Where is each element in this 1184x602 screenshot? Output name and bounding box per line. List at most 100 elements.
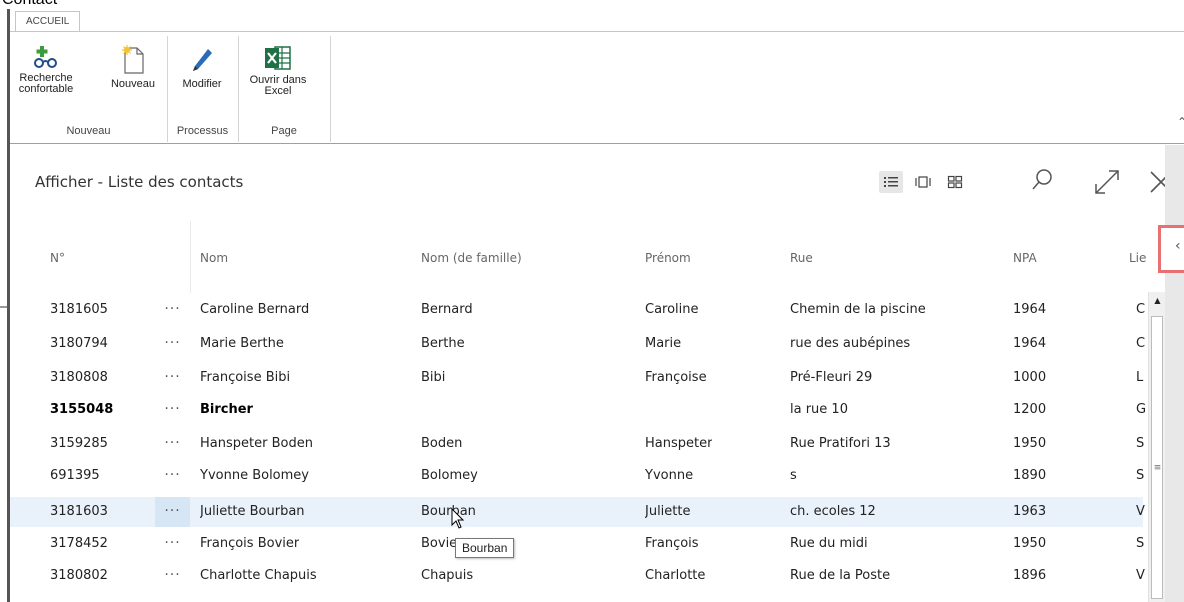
cell-prenom[interactable]: Yvonne [645, 461, 693, 491]
cell-lieu[interactable]: S [1136, 461, 1146, 491]
cell-lieu[interactable]: C [1136, 329, 1146, 359]
cell-npa[interactable]: 1000 [1013, 363, 1046, 393]
cell-no[interactable]: 3155048 [50, 395, 113, 425]
cell-prenom[interactable]: Juliette [645, 497, 691, 527]
row-actions-button[interactable]: ··· [155, 561, 190, 591]
cell-rue[interactable]: Rue de la Poste [790, 561, 890, 591]
table-row[interactable]: 3155048 ··· Bircher la rue 10 1200 G [10, 395, 1146, 425]
cell-lieu[interactable]: S [1136, 529, 1146, 559]
table-row-selected[interactable]: 3181603 ··· Juliette Bourban Bourban Jul… [10, 497, 1146, 527]
cell-npa[interactable]: 1964 [1013, 329, 1046, 359]
cell-nom[interactable]: Françoise Bibi [200, 363, 290, 393]
cell-prenom[interactable]: François [645, 529, 699, 559]
cell-prenom[interactable]: Caroline [645, 295, 699, 325]
cell-nom[interactable]: Hanspeter Boden [200, 429, 313, 459]
vertical-scrollbar[interactable]: ▲ ≡ [1148, 292, 1165, 602]
cell-nom[interactable]: Caroline Bernard [200, 295, 309, 325]
search-icon[interactable] [1029, 167, 1055, 193]
cell-nom[interactable]: Yvonne Bolomey [200, 461, 309, 491]
ribbon-tab-accueil[interactable]: ACCUEIL [15, 11, 81, 31]
cell-prenom[interactable]: Françoise [645, 363, 707, 393]
cell-npa[interactable]: 1950 [1013, 529, 1046, 559]
cell-lieu[interactable]: L [1136, 363, 1146, 393]
cell-lieu[interactable]: C [1136, 295, 1146, 325]
cell-no[interactable]: 3159285 [50, 429, 108, 459]
row-actions-button[interactable]: ··· [155, 329, 190, 359]
cell-lieu[interactable]: S [1136, 429, 1146, 459]
column-header-lieu[interactable]: Lieu [1129, 251, 1147, 265]
cell-npa[interactable]: 1890 [1013, 461, 1046, 491]
cell-npa[interactable]: 1896 [1013, 561, 1046, 591]
cell-nom[interactable]: François Bovier [200, 529, 299, 559]
cell-no[interactable]: 3180802 [50, 561, 108, 591]
cell-no[interactable]: 3181605 [50, 295, 108, 325]
cell-nom-famille[interactable]: Bolomey [421, 461, 478, 491]
cell-prenom[interactable]: Charlotte [645, 561, 705, 591]
cell-nom-famille[interactable]: Bourban [421, 497, 476, 527]
cell-nom-famille[interactable]: Berthe [421, 329, 465, 359]
table-row[interactable]: 3180808 ··· Françoise Bibi Bibi François… [10, 363, 1143, 393]
ribbon-collapse-icon[interactable]: ⌃ [1177, 115, 1184, 129]
cell-lieu[interactable]: G [1136, 395, 1146, 425]
cell-nom-famille[interactable]: Boden [421, 429, 462, 459]
cell-no[interactable]: 3178452 [50, 529, 108, 559]
cell-rue[interactable]: rue des aubépines [790, 329, 910, 359]
cell-rue[interactable]: la rue 10 [790, 395, 848, 425]
cell-prenom[interactable]: Hanspeter [645, 429, 712, 459]
cell-lieu[interactable]: V [1136, 561, 1146, 591]
row-actions-button[interactable]: ··· [155, 529, 190, 559]
cell-npa[interactable]: 1950 [1013, 429, 1046, 459]
cell-nom[interactable]: Charlotte Chapuis [200, 561, 317, 591]
cell-rue[interactable]: Rue du midi [790, 529, 868, 559]
cell-nom-famille[interactable]: Bernard [421, 295, 473, 325]
card-view-icon[interactable] [911, 171, 935, 193]
column-header-no[interactable]: N° [50, 251, 65, 265]
table-row[interactable]: 3180802 ··· Charlotte Chapuis Chapuis Ch… [10, 561, 1146, 591]
table-row[interactable]: 3180794 ··· Marie Berthe Berthe Marie ru… [10, 329, 1146, 359]
cell-nom-famille[interactable]: Bibi [421, 363, 445, 393]
cell-nom-famille[interactable]: Chapuis [421, 561, 473, 591]
cell-no[interactable]: 691395 [50, 461, 100, 491]
factbox-toggle-button[interactable]: ‹ [1158, 225, 1184, 273]
scrollbar-thumb[interactable]: ≡ [1151, 316, 1163, 599]
column-header-nom-famille[interactable]: Nom (de famille) [421, 251, 522, 265]
column-header-rue[interactable]: Rue [790, 251, 813, 265]
cell-rue[interactable]: Pré-Fleuri 29 [790, 363, 872, 393]
row-actions-button[interactable]: ··· [155, 363, 190, 393]
nouveau-button[interactable]: Nouveau [106, 45, 160, 90]
table-row[interactable]: 691395 ··· Yvonne Bolomey Bolomey Yvonne… [10, 461, 1146, 491]
cell-no[interactable]: 3180794 [50, 329, 108, 359]
column-header-npa[interactable]: NPA [1013, 251, 1037, 265]
cell-no[interactable]: 3180808 [50, 363, 108, 393]
cell-no[interactable]: 3181603 [50, 497, 108, 527]
column-header-nom[interactable]: Nom [200, 251, 228, 265]
cell-rue[interactable]: s [790, 461, 797, 491]
table-row[interactable]: 3159285 ··· Hanspeter Boden Boden Hanspe… [10, 429, 1146, 459]
row-actions-button[interactable]: ··· [155, 395, 190, 425]
cell-rue[interactable]: ch. ecoles 12 [790, 497, 876, 527]
row-actions-button[interactable]: ··· [155, 295, 190, 325]
cell-prenom[interactable]: Marie [645, 329, 681, 359]
cell-npa[interactable]: 1963 [1013, 497, 1046, 527]
cell-nom[interactable]: Juliette Bourban [200, 497, 305, 527]
row-actions-button[interactable]: ··· [155, 497, 190, 527]
row-actions-button[interactable]: ··· [155, 429, 190, 459]
modifier-button[interactable]: Modifier [172, 45, 232, 90]
cell-lieu[interactable]: V [1136, 497, 1146, 527]
table-row[interactable]: 3178452 ··· François Bovier Bovier Franç… [10, 529, 1146, 559]
tile-view-icon[interactable] [943, 171, 967, 193]
expand-icon[interactable] [1092, 167, 1122, 197]
cell-nom[interactable]: Marie Berthe [200, 329, 284, 359]
ouvrir-excel-button[interactable]: Ouvrir dans Excel [244, 45, 312, 97]
cell-npa[interactable]: 1964 [1013, 295, 1046, 325]
row-actions-button[interactable]: ··· [155, 461, 190, 491]
scroll-up-icon[interactable]: ▲ [1152, 294, 1163, 307]
recherche-confortable-button[interactable]: Recherche confortable [14, 45, 78, 95]
table-row[interactable]: 3181605 ··· Caroline Bernard Bernard Car… [10, 295, 1146, 325]
cell-rue[interactable]: Chemin de la piscine [790, 295, 926, 325]
cell-npa[interactable]: 1200 [1013, 395, 1046, 425]
cell-rue[interactable]: Rue Pratifori 13 [790, 429, 891, 459]
cell-nom[interactable]: Bircher [200, 395, 253, 425]
column-header-prenom[interactable]: Prénom [645, 251, 691, 265]
list-view-icon[interactable] [879, 171, 903, 193]
